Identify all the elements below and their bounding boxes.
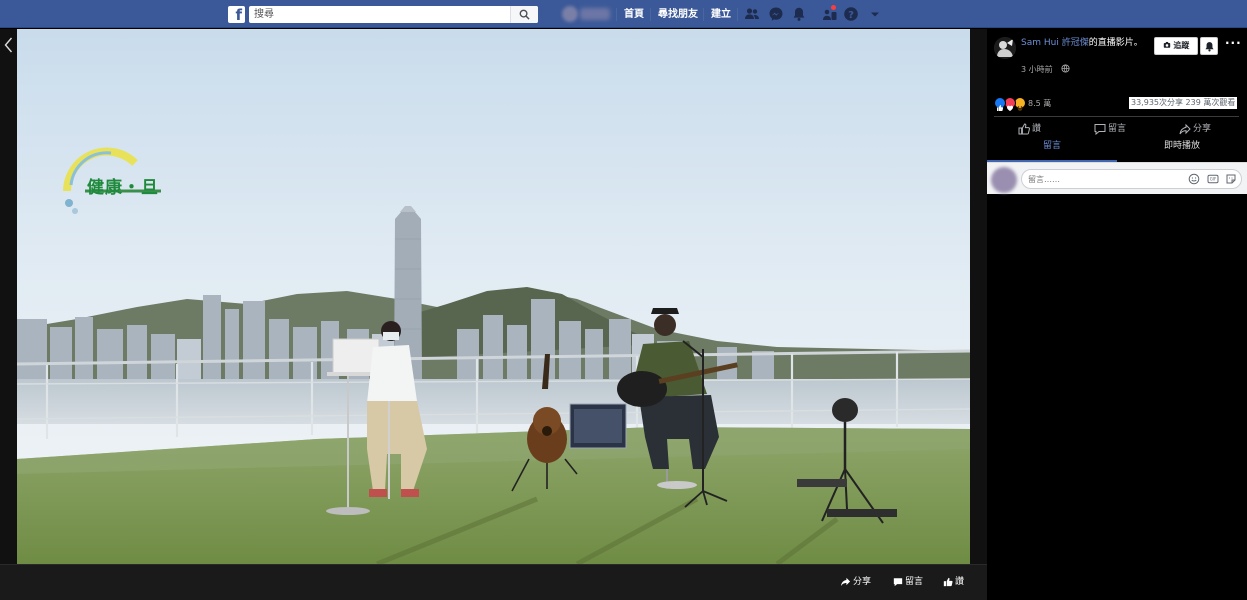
comment-button-label: 留言	[1108, 124, 1127, 134]
back-chevron-icon[interactable]	[4, 37, 13, 53]
like-icon	[1018, 122, 1030, 134]
like-icon	[943, 577, 953, 586]
video-like-label: 讚	[955, 577, 965, 587]
watermark-logo-text: 健康・旦	[87, 178, 159, 198]
share-view-stats[interactable]: 33,935次分享 239 萬次觀看	[1129, 97, 1238, 109]
post-title-suffix: 的直播影片。	[1088, 38, 1143, 48]
facebook-logo-icon[interactable]: f	[228, 6, 245, 23]
account-menu-icon[interactable]	[867, 6, 883, 22]
share-icon	[840, 577, 851, 587]
video-frame-scene	[17, 29, 970, 564]
top-nav-bar: f 首頁 尋找朋友 建立 ?	[0, 0, 1247, 28]
messenger-icon[interactable]	[768, 6, 784, 22]
nav-divider	[737, 8, 738, 21]
post-title: Sam Hui 許冠傑的直播影片。	[1021, 37, 1143, 49]
post-side-panel: Sam Hui 許冠傑的直播影片。 3 小時前 追蹤 ··· 8.5 萬 33,…	[987, 29, 1247, 600]
sticker-icon[interactable]	[1225, 173, 1237, 185]
follow-icon	[1163, 41, 1170, 48]
channel-watermark-logo: 健康・旦	[59, 141, 169, 221]
share-button[interactable]: 分享	[1179, 122, 1211, 136]
nav-link-home[interactable]: 首頁	[624, 7, 644, 23]
comment-icon	[893, 577, 903, 586]
tab-comments[interactable]: 留言	[987, 139, 1117, 161]
post-timestamp[interactable]: 3 小時前	[1021, 64, 1053, 75]
follow-button[interactable]: 追蹤	[1154, 37, 1198, 55]
svg-text:GIF: GIF	[1210, 177, 1217, 182]
video-comment-button[interactable]: 留言	[893, 574, 923, 590]
share-icon	[1179, 123, 1191, 134]
video-action-bar: 分享 留言 讚	[0, 564, 987, 600]
quick-help-icon[interactable]: ?	[843, 6, 859, 22]
author-avatar[interactable]	[994, 37, 1016, 59]
video-player[interactable]: 健康・旦	[17, 29, 970, 564]
share-button-label: 分享	[1193, 124, 1212, 134]
tab-live-replay[interactable]: 即時播放	[1117, 139, 1247, 161]
emoji-icon[interactable]	[1188, 173, 1200, 185]
like-button[interactable]: 讚	[1018, 122, 1041, 136]
search-icon	[519, 9, 530, 20]
comment-icon	[1094, 123, 1106, 135]
app-root: f 首頁 尋找朋友 建立 ?	[0, 0, 1247, 600]
svg-text:?: ?	[848, 10, 854, 21]
video-share-button[interactable]: 分享	[840, 574, 871, 590]
panel-divider	[994, 116, 1239, 117]
nav-profile-avatar[interactable]	[562, 6, 578, 22]
search-bar	[249, 6, 538, 23]
notifications-icon[interactable]	[791, 6, 807, 22]
notification-badge	[830, 4, 837, 11]
comment-box: GIF	[1021, 169, 1242, 189]
nav-link-create[interactable]: 建立	[711, 7, 731, 23]
nav-link-find-friends[interactable]: 尋找朋友	[658, 7, 698, 23]
reaction-count[interactable]: 8.5 萬	[1028, 98, 1051, 109]
nav-divider	[703, 8, 704, 21]
like-reaction-icon	[994, 97, 1006, 111]
nav-profile-name[interactable]	[580, 8, 610, 20]
globe-icon	[1061, 64, 1070, 73]
notify-bell-button[interactable]	[1200, 37, 1218, 55]
more-options-icon[interactable]: ···	[1225, 36, 1242, 50]
author-name-link[interactable]: Sam Hui 許冠傑	[1021, 38, 1089, 48]
video-share-label: 分享	[853, 577, 872, 587]
video-right-strip	[970, 29, 987, 564]
gif-icon[interactable]: GIF	[1207, 173, 1219, 185]
like-button-label: 讚	[1032, 124, 1042, 134]
comment-input[interactable]	[1022, 170, 1182, 188]
video-comment-label: 留言	[905, 577, 924, 587]
nav-divider	[616, 8, 617, 21]
comment-button[interactable]: 留言	[1094, 122, 1126, 136]
video-left-strip	[0, 29, 17, 564]
search-input[interactable]	[249, 6, 507, 23]
bell-icon	[1205, 42, 1214, 52]
search-button[interactable]	[510, 6, 538, 23]
nav-divider	[650, 8, 651, 21]
commenter-avatar	[991, 167, 1017, 193]
friend-requests-icon[interactable]	[744, 6, 760, 22]
comment-composer: GIF	[987, 162, 1247, 194]
follow-button-label: 追蹤	[1173, 41, 1190, 50]
video-like-button[interactable]: 讚	[943, 574, 964, 590]
